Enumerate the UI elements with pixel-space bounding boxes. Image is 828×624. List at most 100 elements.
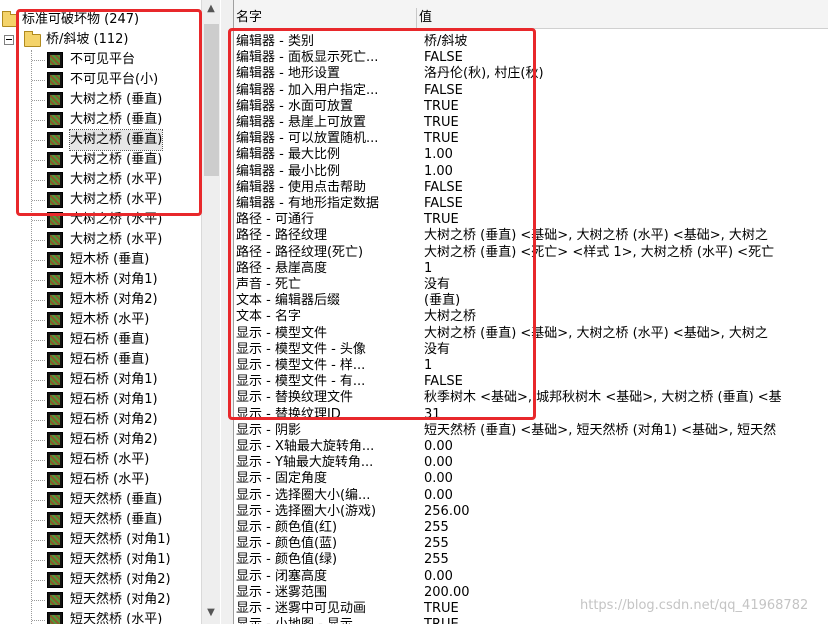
- tree-item[interactable]: 短石桥 (水平): [0, 470, 200, 490]
- property-value[interactable]: TRUE: [424, 99, 459, 115]
- tree-item[interactable]: 不可见平台(小): [0, 70, 200, 90]
- property-value[interactable]: TRUE: [424, 131, 459, 147]
- property-value[interactable]: 大树之桥 (垂直) <基础>, 大树之桥 (水平) <基础>, 大树之: [424, 228, 768, 244]
- property-value[interactable]: TRUE: [424, 115, 459, 131]
- property-value[interactable]: 洛丹伦(秋), 村庄(秋): [424, 66, 544, 82]
- tree-item[interactable]: 短天然桥 (对角2): [0, 570, 200, 590]
- property-grid[interactable]: 名字 值 编辑器 - 类别 桥/斜坡 编辑器 - 面板显示死亡... FALSE 编辑器…: [234, 0, 828, 624]
- property-value[interactable]: FALSE: [424, 83, 463, 99]
- property-value[interactable]: 0.00: [424, 455, 453, 471]
- property-row[interactable]: 编辑器 - 类别 桥/斜坡: [234, 34, 828, 50]
- property-row[interactable]: 路径 - 路径纹理(死亡) 大树之桥 (垂直) <死亡> <样式 1>, 大树之桥…: [234, 245, 828, 261]
- tree-item[interactable]: 短石桥 (对角2): [0, 410, 200, 430]
- column-header-name[interactable]: 名字: [234, 8, 417, 28]
- tree-scrollbar[interactable]: ▲ ▼: [201, 0, 220, 624]
- tree-item[interactable]: 大树之桥 (垂直): [0, 110, 200, 130]
- property-row[interactable]: 显示 - 颜色值(绿) 255: [234, 552, 828, 568]
- scroll-up-icon[interactable]: ▲: [206, 2, 216, 16]
- tree-folder-row[interactable]: 桥/斜坡 (112): [0, 30, 200, 50]
- property-value[interactable]: 0.00: [424, 488, 453, 504]
- property-row[interactable]: 显示 - 模型文件 - 有... FALSE: [234, 374, 828, 390]
- property-value[interactable]: 短天然桥 (垂直) <基础>, 短天然桥 (对角1) <基础>, 短天然: [424, 423, 776, 439]
- property-row[interactable]: 显示 - Y轴最大旋转角... 0.00: [234, 455, 828, 471]
- tree-item[interactable]: 短木桥 (水平): [0, 310, 200, 330]
- property-value[interactable]: 0.00: [424, 569, 453, 585]
- property-row[interactable]: 显示 - 模型文件 - 头像 没有: [234, 342, 828, 358]
- tree-item[interactable]: 短天然桥 (对角1): [0, 550, 200, 570]
- property-row[interactable]: 编辑器 - 地形设置 洛丹伦(秋), 村庄(秋): [234, 66, 828, 82]
- property-value[interactable]: 大树之桥 (垂直) <基础>, 大树之桥 (水平) <基础>, 大树之: [424, 326, 768, 342]
- scrollbar-thumb[interactable]: [204, 24, 219, 176]
- property-row[interactable]: 显示 - 小地图 - 显示 TRUE: [234, 617, 828, 624]
- tree-item[interactable]: 大树之桥 (水平): [0, 170, 200, 190]
- property-row[interactable]: 编辑器 - 使用点击帮助 FALSE: [234, 180, 828, 196]
- tree-item[interactable]: 大树之桥 (水平): [0, 210, 200, 230]
- property-value[interactable]: FALSE: [424, 374, 463, 390]
- tree-item[interactable]: 大树之桥 (垂直): [0, 129, 200, 151]
- property-value[interactable]: 255: [424, 552, 449, 568]
- property-value[interactable]: FALSE: [424, 50, 463, 66]
- property-row[interactable]: 文本 - 编辑器后缀 (垂直): [234, 293, 828, 309]
- property-row[interactable]: 编辑器 - 可以放置随机... TRUE: [234, 131, 828, 147]
- tree-item[interactable]: 不可见平台: [0, 50, 200, 70]
- scroll-down-icon[interactable]: ▼: [206, 606, 216, 620]
- property-value[interactable]: 1.00: [424, 164, 453, 180]
- property-value[interactable]: (垂直): [424, 293, 460, 309]
- property-row[interactable]: 文本 - 名字 大树之桥: [234, 309, 828, 325]
- tree-item[interactable]: 短石桥 (水平): [0, 450, 200, 470]
- tree-item[interactable]: 大树之桥 (水平): [0, 230, 200, 250]
- tree-item[interactable]: 短天然桥 (对角1): [0, 530, 200, 550]
- tree-item[interactable]: 短天然桥 (对角2): [0, 590, 200, 610]
- property-row[interactable]: 显示 - 选择圈大小(编... 0.00: [234, 488, 828, 504]
- property-value[interactable]: 1.00: [424, 147, 453, 163]
- tree-item[interactable]: 短天然桥 (水平): [0, 610, 200, 624]
- property-row[interactable]: 显示 - 闭塞高度 0.00: [234, 569, 828, 585]
- property-value[interactable]: 256.00: [424, 504, 470, 520]
- property-value[interactable]: TRUE: [424, 601, 459, 617]
- property-row[interactable]: 声音 - 死亡 没有: [234, 277, 828, 293]
- property-row[interactable]: 显示 - 替换纹理ID 31: [234, 407, 828, 423]
- property-row[interactable]: 显示 - 固定角度 0.00: [234, 471, 828, 487]
- property-value[interactable]: 255: [424, 536, 449, 552]
- tree-root-row[interactable]: 标准可破坏物 (247): [0, 10, 200, 30]
- property-value[interactable]: 桥/斜坡: [424, 34, 467, 50]
- property-row[interactable]: 编辑器 - 最小比例 1.00: [234, 164, 828, 180]
- property-value[interactable]: 31: [424, 407, 441, 423]
- property-value[interactable]: 没有: [424, 277, 450, 293]
- property-row[interactable]: 路径 - 悬崖高度 1: [234, 261, 828, 277]
- tree-item[interactable]: 大树之桥 (垂直): [0, 90, 200, 110]
- property-value[interactable]: 大树之桥: [424, 309, 476, 325]
- property-value[interactable]: TRUE: [424, 617, 459, 624]
- property-row[interactable]: 路径 - 路径纹理 大树之桥 (垂直) <基础>, 大树之桥 (水平) <基础>,…: [234, 228, 828, 244]
- property-row[interactable]: 显示 - 阴影 短天然桥 (垂直) <基础>, 短天然桥 (对角1) <基础>, …: [234, 423, 828, 439]
- tree-item[interactable]: 短天然桥 (垂直): [0, 510, 200, 530]
- property-row[interactable]: 路径 - 可通行 TRUE: [234, 212, 828, 228]
- property-row[interactable]: 编辑器 - 有地形指定数据 FALSE: [234, 196, 828, 212]
- property-value[interactable]: 大树之桥 (垂直) <死亡> <样式 1>, 大树之桥 (水平) <死亡: [424, 245, 774, 261]
- tree-item[interactable]: 短木桥 (对角1): [0, 270, 200, 290]
- property-value[interactable]: 1: [424, 358, 432, 374]
- property-row[interactable]: 显示 - 替换纹理文件 秋季树木 <基础>, 城邦秋树木 <基础>, 大树之桥 (…: [234, 390, 828, 406]
- property-value[interactable]: FALSE: [424, 196, 463, 212]
- property-value[interactable]: 0.00: [424, 471, 453, 487]
- property-value[interactable]: 秋季树木 <基础>, 城邦秋树木 <基础>, 大树之桥 (垂直) <基: [424, 390, 782, 406]
- tree-item[interactable]: 大树之桥 (水平): [0, 190, 200, 210]
- column-header-value[interactable]: 值: [417, 8, 828, 28]
- tree-item[interactable]: 短木桥 (垂直): [0, 250, 200, 270]
- property-row[interactable]: 编辑器 - 悬崖上可放置 TRUE: [234, 115, 828, 131]
- property-value[interactable]: 0.00: [424, 439, 453, 455]
- tree-item[interactable]: 大树之桥 (垂直): [0, 150, 200, 170]
- property-row[interactable]: 编辑器 - 最大比例 1.00: [234, 147, 828, 163]
- tree-item[interactable]: 短石桥 (垂直): [0, 350, 200, 370]
- tree-item[interactable]: 短木桥 (对角2): [0, 290, 200, 310]
- property-value[interactable]: 255: [424, 520, 449, 536]
- property-value[interactable]: 1: [424, 261, 432, 277]
- property-row[interactable]: 显示 - 颜色值(红) 255: [234, 520, 828, 536]
- property-value[interactable]: 200.00: [424, 585, 470, 601]
- property-row[interactable]: 编辑器 - 水面可放置 TRUE: [234, 99, 828, 115]
- tree-item[interactable]: 短天然桥 (垂直): [0, 490, 200, 510]
- property-row[interactable]: 编辑器 - 面板显示死亡... FALSE: [234, 50, 828, 66]
- property-value[interactable]: TRUE: [424, 212, 459, 228]
- property-value[interactable]: FALSE: [424, 180, 463, 196]
- property-row[interactable]: 显示 - 选择圈大小(游戏) 256.00: [234, 504, 828, 520]
